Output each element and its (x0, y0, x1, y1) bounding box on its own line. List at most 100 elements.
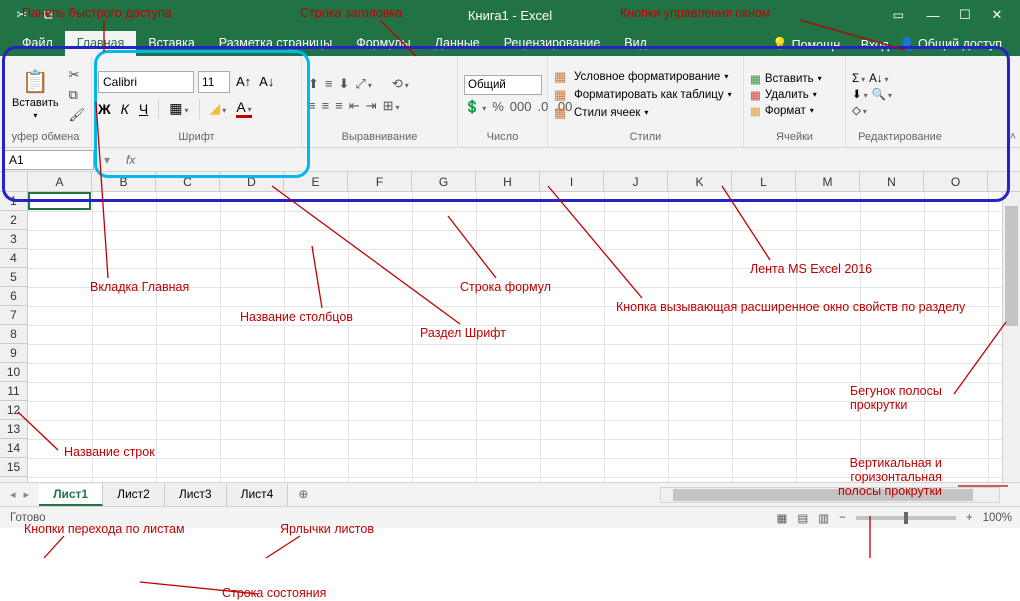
find-select-button[interactable]: 🔍 (872, 87, 892, 101)
col-header[interactable]: L (732, 172, 796, 191)
insert-cells-button[interactable]: ▦Вставить▾ (750, 72, 822, 86)
increase-decimal-icon[interactable]: .0 (537, 99, 548, 115)
tab-review[interactable]: Рецензирование (492, 31, 613, 56)
row-header[interactable]: 6 (0, 287, 27, 306)
row-header[interactable]: 12 (0, 401, 27, 420)
zoom-slider[interactable] (856, 516, 956, 520)
ribbon-display-options-icon[interactable]: ▭ (893, 8, 904, 22)
horizontal-scroll-thumb[interactable] (673, 489, 973, 501)
autosum-button[interactable]: Σ (852, 73, 865, 85)
row-header[interactable]: 3 (0, 230, 27, 249)
col-header[interactable]: J (604, 172, 668, 191)
row-header[interactable]: 7 (0, 306, 27, 325)
tab-data[interactable]: Данные (423, 31, 492, 56)
page-layout-view-icon[interactable]: ▤ (797, 511, 808, 525)
font-size-input[interactable] (198, 71, 230, 93)
tell-me[interactable]: 💡 Помощн... (772, 37, 851, 52)
number-format-select[interactable] (464, 75, 542, 95)
share-button[interactable]: 👤 Общий доступ (899, 37, 1002, 52)
name-box[interactable] (4, 150, 94, 170)
selected-cell[interactable] (28, 192, 91, 210)
col-header[interactable]: M (796, 172, 860, 191)
paste-button[interactable]: 📋 Вставить ▾ (6, 67, 65, 122)
accounting-format-icon[interactable]: 💲 (464, 99, 486, 115)
select-all-corner[interactable] (0, 172, 28, 191)
decrease-indent-icon[interactable]: ⇤ (349, 98, 360, 114)
format-painter-button[interactable]: 🖌 (69, 107, 86, 123)
format-cells-button[interactable]: ▦Формат▾ (750, 104, 822, 118)
col-header[interactable]: O (924, 172, 988, 191)
col-header[interactable]: G (412, 172, 476, 191)
col-header[interactable]: B (92, 172, 156, 191)
qat-customize-icon[interactable] (66, 7, 82, 23)
row-header[interactable]: 13 (0, 420, 27, 439)
name-box-dropdown-icon[interactable]: ▾ (104, 153, 110, 167)
quick-print-icon[interactable]: ⧉ (40, 7, 56, 23)
sheet-tab[interactable]: Лист2 (103, 484, 165, 506)
col-header[interactable]: D (220, 172, 284, 191)
align-center-icon[interactable]: ≡ (322, 98, 330, 114)
delete-cells-button[interactable]: ▦Удалить▾ (750, 88, 822, 102)
underline-button[interactable]: Ч (139, 101, 148, 117)
tab-file[interactable]: Файл (10, 31, 65, 56)
sheet-nav-buttons[interactable]: ◂▸ (0, 488, 39, 501)
wrap-text-icon[interactable]: ⟲ (392, 76, 409, 92)
collapse-ribbon-icon[interactable]: ˄ (1010, 131, 1016, 143)
clear-button[interactable]: ◇ (852, 103, 867, 117)
row-header[interactable]: 8 (0, 325, 27, 344)
row-header[interactable]: 10 (0, 363, 27, 382)
align-middle-icon[interactable]: ≡ (325, 76, 333, 92)
fill-color-button[interactable]: ◢ (210, 100, 227, 117)
sort-filter-button[interactable]: A↓ (869, 73, 888, 85)
align-bottom-icon[interactable]: ⬇ (339, 76, 350, 92)
sheet-tab[interactable]: Лист1 (39, 484, 103, 506)
sheet-tab[interactable]: Лист3 (165, 484, 227, 506)
vertical-scrollbar[interactable] (1002, 192, 1020, 482)
col-header[interactable]: H (476, 172, 540, 191)
tab-home[interactable]: Главная (65, 31, 137, 56)
align-right-icon[interactable]: ≡ (335, 98, 343, 114)
minimize-button[interactable]: — (924, 6, 942, 24)
row-header[interactable]: 1 (0, 192, 27, 211)
sign-in[interactable]: Вход (861, 38, 889, 52)
col-header[interactable]: K (668, 172, 732, 191)
horizontal-scrollbar[interactable] (660, 487, 1000, 503)
row-header[interactable]: 4 (0, 249, 27, 268)
cells-area[interactable] (28, 192, 1002, 482)
font-color-button[interactable]: A (236, 99, 251, 118)
tab-page-layout[interactable]: Разметка страницы (207, 31, 344, 56)
col-header[interactable]: A (28, 172, 92, 191)
merge-center-icon[interactable]: ⊞ (383, 98, 400, 114)
zoom-level[interactable]: 100% (983, 512, 1012, 524)
zoom-in-icon[interactable]: + (966, 512, 973, 524)
col-header[interactable]: N (860, 172, 924, 191)
tab-formulas[interactable]: Формулы (344, 31, 422, 56)
col-header[interactable]: C (156, 172, 220, 191)
tab-insert[interactable]: Вставка (136, 31, 206, 56)
col-header[interactable]: F (348, 172, 412, 191)
cell-styles-button[interactable]: ▦Стили ячеек▾ (554, 105, 732, 121)
orientation-icon[interactable]: ⤢ (355, 76, 371, 92)
decrease-font-icon[interactable]: A↓ (257, 74, 276, 89)
conditional-formatting-button[interactable]: ▦Условное форматирование▾ (554, 69, 732, 85)
comma-format-icon[interactable]: 000 (510, 99, 532, 115)
cut-icon[interactable]: ✂ (14, 7, 30, 23)
zoom-out-icon[interactable]: − (839, 512, 846, 524)
increase-indent-icon[interactable]: ⇥ (366, 98, 377, 114)
percent-format-icon[interactable]: % (492, 99, 504, 115)
vertical-scroll-thumb[interactable] (1005, 206, 1018, 326)
font-name-input[interactable] (98, 71, 194, 93)
page-break-view-icon[interactable]: ▥ (818, 511, 829, 525)
sheet-tab[interactable]: Лист4 (227, 484, 289, 506)
row-header[interactable]: 15 (0, 458, 27, 477)
copy-button[interactable]: ⧉ (69, 87, 86, 103)
tab-view[interactable]: Вид (612, 31, 659, 56)
add-sheet-button[interactable]: ⊕ (288, 484, 318, 506)
borders-button[interactable]: ▦ (169, 100, 188, 117)
col-header[interactable]: I (540, 172, 604, 191)
row-header[interactable]: 2 (0, 211, 27, 230)
row-header[interactable]: 14 (0, 439, 27, 458)
align-top-icon[interactable]: ⬆ (308, 76, 319, 92)
close-button[interactable]: ✕ (988, 6, 1006, 24)
bold-button[interactable]: Ж (98, 101, 111, 117)
